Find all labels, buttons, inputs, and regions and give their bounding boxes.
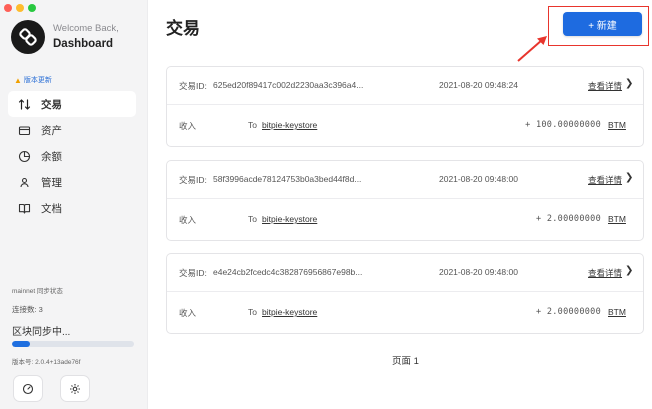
txid-label: 交易ID: (179, 268, 207, 278)
sidebar-item-label: 资产 (41, 124, 62, 137)
tx-amount: + 2.00000000 (535, 307, 601, 317)
network-status: mainnet 同步状态 (12, 288, 63, 295)
sidebar-item-docs[interactable]: 文档 (8, 195, 136, 221)
page-title: 交易 (166, 19, 200, 38)
tx-amount: + 100.00000000 (525, 120, 601, 130)
transaction-card: 交易ID: 625ed20f89417c002d2230aa3c396a4...… (166, 66, 644, 147)
to-label: To (248, 307, 257, 317)
annotation-arrow-icon (517, 36, 547, 62)
speedometer-icon (22, 383, 34, 394)
tx-time: 2021-08-20 09:48:24 (439, 80, 518, 90)
brand-header: Welcome Back, Dashboard (11, 20, 119, 54)
warning-icon: ▲ (14, 75, 22, 85)
tx-type: 收入 (179, 215, 197, 225)
user-icon (17, 175, 31, 189)
view-details-link[interactable]: 查看详情 (588, 267, 622, 279)
transfer-arrows-icon (17, 97, 31, 111)
gear-icon (70, 383, 80, 394)
close-window-button[interactable] (4, 4, 12, 12)
to-address-link[interactable]: bitpie-keystore (262, 214, 317, 224)
txid: e4e24cb2fcedc4c382876956867e98b... (213, 267, 363, 277)
chevron-right-icon[interactable]: ❯ (625, 265, 633, 276)
to-label: To (248, 214, 257, 224)
to-address-link[interactable]: bitpie-keystore (262, 120, 317, 130)
sidebar-item-transactions[interactable]: 交易 (8, 91, 136, 117)
view-details-link[interactable]: 查看详情 (588, 174, 622, 186)
chevron-right-icon[interactable]: ❯ (625, 172, 633, 183)
update-badge-label: 版本更新 (23, 77, 52, 84)
pie-chart-icon (17, 149, 31, 163)
sidebar-item-manage[interactable]: 管理 (8, 169, 136, 195)
sidebar-item-assets[interactable]: 资产 (8, 117, 136, 143)
highlight-box (548, 6, 649, 46)
txid: 625ed20f89417c002d2230aa3c396a4... (213, 80, 364, 90)
to-address-link[interactable]: bitpie-keystore (262, 307, 317, 317)
tx-time: 2021-08-20 09:48:00 (439, 174, 518, 184)
view-details-link[interactable]: 查看详情 (588, 80, 622, 92)
transaction-card: 交易ID: 58f3996acde78124753b0a3bed44f8d...… (166, 160, 644, 241)
transaction-card: 交易ID: e4e24cb2fcedc4c382876956867e98b...… (166, 253, 644, 334)
txid-label: 交易ID: (179, 81, 207, 91)
dashboard-title: Dashboard (53, 38, 114, 50)
tx-amount: + 2.00000000 (535, 214, 601, 224)
book-icon (17, 201, 31, 215)
page-indicator: 页面 1 (392, 356, 419, 367)
to-label: To (248, 120, 257, 130)
sidebar-item-label: 交易 (41, 98, 62, 111)
sidebar: Welcome Back, Dashboard ▲ 版本更新 交易 资产 余额 (0, 0, 148, 409)
txid: 58f3996acde78124753b0a3bed44f8d... (213, 174, 362, 184)
update-badge[interactable]: ▲ 版本更新 (14, 75, 52, 85)
tx-type: 收入 (179, 121, 197, 131)
version-text: 版本号: 2.0.4+13ade76f (12, 359, 81, 366)
connection-count: 连接数: 3 (12, 305, 43, 314)
wallet-card-icon (17, 123, 31, 137)
sidebar-item-label: 管理 (41, 176, 62, 189)
speed-button[interactable] (13, 375, 43, 402)
asset-unit-link[interactable]: BTM (608, 307, 626, 317)
sidebar-item-label: 文档 (41, 202, 62, 215)
settings-button[interactable] (60, 375, 90, 402)
maximize-window-button[interactable] (28, 4, 36, 12)
window-controls (4, 4, 36, 12)
app-logo-icon (11, 20, 45, 54)
tx-type: 收入 (179, 308, 197, 318)
tx-time: 2021-08-20 09:48:00 (439, 267, 518, 277)
sync-status: 区块同步中... (12, 327, 71, 338)
sync-progress-bar (12, 341, 134, 347)
chevron-right-icon[interactable]: ❯ (625, 78, 633, 89)
sidebar-nav: 交易 资产 余额 管理 文档 (8, 91, 136, 221)
asset-unit-link[interactable]: BTM (608, 120, 626, 130)
welcome-text: Welcome Back, (53, 23, 119, 34)
asset-unit-link[interactable]: BTM (608, 214, 626, 224)
sidebar-item-label: 余额 (41, 150, 62, 163)
minimize-window-button[interactable] (16, 4, 24, 12)
sidebar-item-balance[interactable]: 余额 (8, 143, 136, 169)
txid-label: 交易ID: (179, 175, 207, 185)
sync-progress-fill (12, 341, 31, 347)
